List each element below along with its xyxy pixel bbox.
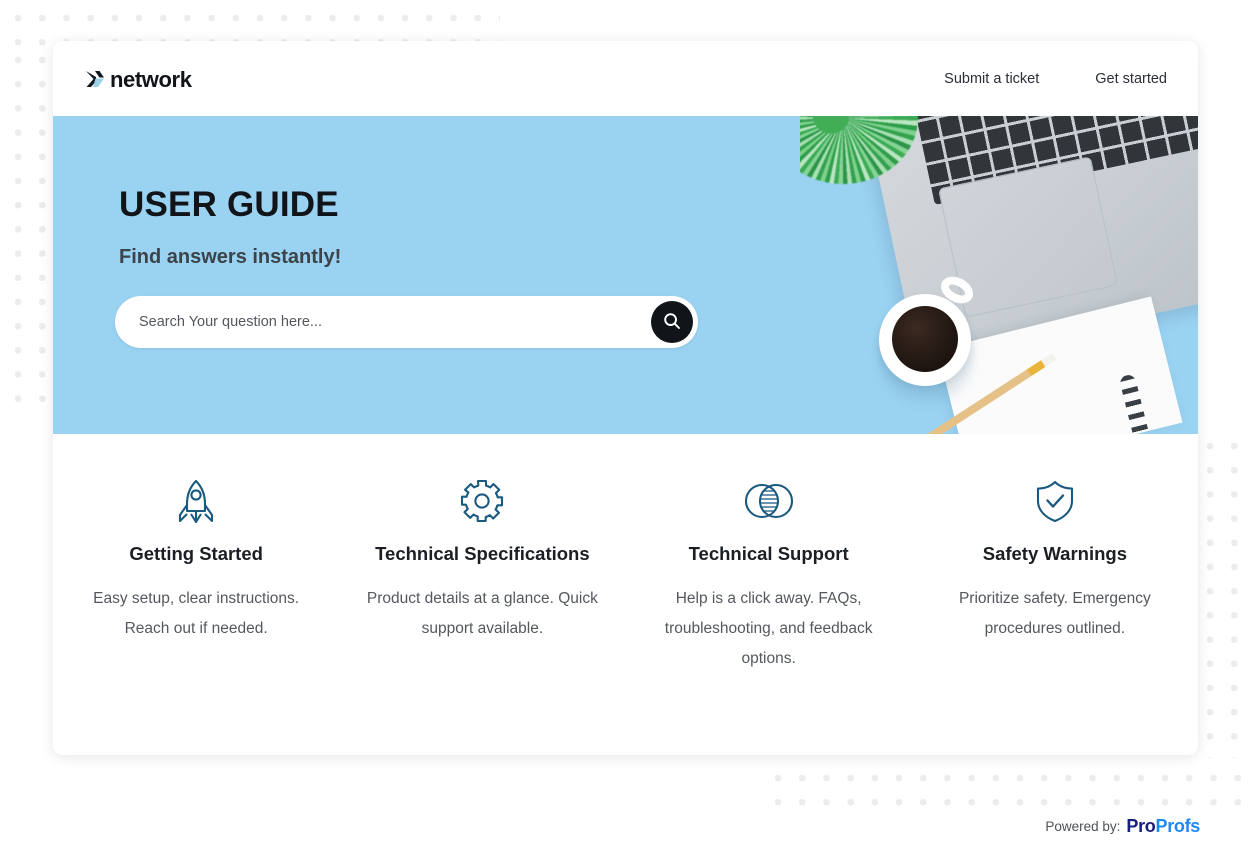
feature-title: Getting Started — [129, 543, 263, 564]
feature-title: Safety Warnings — [982, 543, 1127, 564]
feature-card-getting-started[interactable]: Getting Started Easy setup, clear instru… — [53, 474, 339, 674]
search-input[interactable] — [139, 314, 651, 330]
powered-by-label: Powered by: — [1045, 819, 1121, 834]
hero-banner: USER GUIDE Find answers instantly! — [53, 116, 1198, 434]
search-bar[interactable] — [115, 296, 698, 348]
site-logo[interactable]: network — [84, 68, 192, 90]
x-network-logo-icon — [84, 68, 106, 90]
feature-description: Product details at a glance. Quick suppo… — [366, 590, 598, 637]
feature-card-technical-support[interactable]: Technical Support Help is a click away. … — [626, 474, 912, 674]
feature-card-safety-warnings[interactable]: Safety Warnings Prioritize safety. Emerg… — [912, 474, 1198, 674]
feature-card-technical-specifications[interactable]: Technical Specifications Product details… — [339, 474, 625, 674]
top-navigation-bar: network Submit a ticket Get started — [53, 41, 1198, 116]
help-center-card: network Submit a ticket Get started USER… — [53, 41, 1198, 755]
dot-pattern-left — [0, 42, 50, 402]
hero-desk-photo — [800, 116, 1198, 434]
dot-pattern-bottom — [760, 760, 1248, 820]
page-subtitle: Find answers instantly! — [119, 245, 342, 268]
search-button[interactable] — [651, 301, 693, 343]
nav-link-submit-a-ticket[interactable]: Submit a ticket — [944, 71, 1039, 87]
feature-title: Technical Specifications — [375, 543, 590, 564]
dot-pattern-right — [1192, 428, 1248, 758]
logo-text: network — [110, 66, 192, 92]
footer-powered-by: Powered by: ProProfs — [1045, 816, 1200, 837]
feature-title: Technical Support — [688, 543, 849, 564]
hero-copy: USER GUIDE Find answers instantly! — [119, 185, 342, 269]
page-title: USER GUIDE — [119, 185, 339, 224]
venn-circles-icon — [652, 474, 886, 528]
feature-description: Prioritize safety. Emergency procedures … — [958, 590, 1151, 637]
rocket-icon — [79, 474, 313, 528]
feature-cards: Getting Started Easy setup, clear instru… — [53, 434, 1198, 674]
search-icon — [662, 311, 682, 334]
coffee-liquid — [892, 306, 958, 372]
proprofs-logo-part2: Profs — [1155, 816, 1200, 836]
nav-link-get-started[interactable]: Get started — [1095, 71, 1167, 87]
feature-description: Easy setup, clear instructions. Reach ou… — [93, 590, 300, 637]
feature-description: Help is a click away. FAQs, troubleshoot… — [664, 590, 873, 667]
shield-check-icon — [938, 474, 1172, 528]
proprofs-logo[interactable]: ProProfs — [1126, 816, 1200, 837]
nav-links: Submit a ticket Get started — [944, 71, 1167, 87]
proprofs-logo-part1: Pro — [1126, 816, 1156, 836]
gear-icon — [365, 474, 599, 528]
